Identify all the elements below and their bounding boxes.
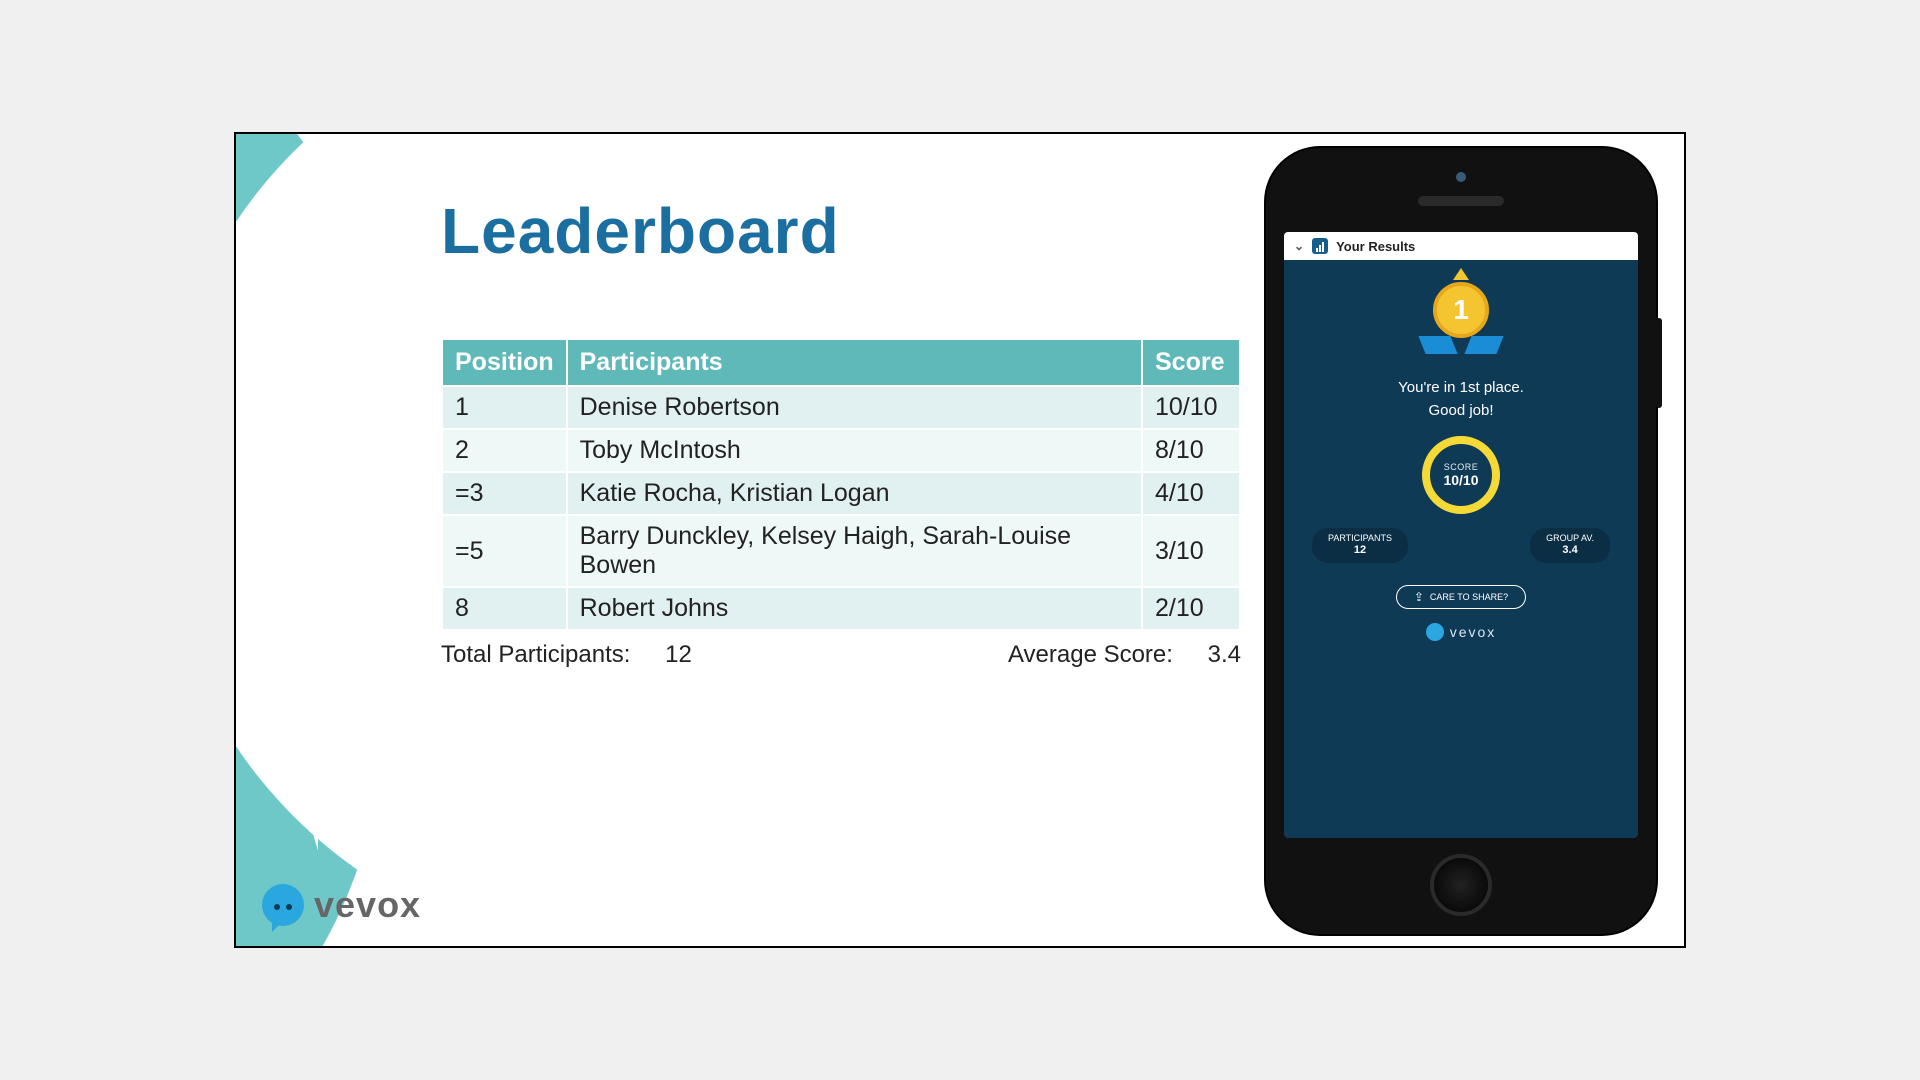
cell-position: 8 — [442, 587, 567, 630]
phone-camera — [1456, 172, 1466, 182]
cell-participants: Toby McIntosh — [567, 429, 1142, 472]
table-row: 1Denise Robertson10/10 — [442, 386, 1240, 429]
cell-score: 2/10 — [1142, 587, 1240, 630]
place-line-1: You're in 1st place. — [1284, 377, 1638, 400]
topbar-title: Your Results — [1336, 239, 1415, 254]
cell-position: 1 — [442, 386, 567, 429]
table-row: =3Katie Rocha, Kristian Logan4/10 — [442, 472, 1240, 515]
cell-participants: Barry Dunckley, Kelsey Haigh, Sarah-Loui… — [567, 515, 1142, 587]
bar-chart-icon — [1312, 238, 1328, 254]
leaderboard-body: 1Denise Robertson10/102Toby McIntosh8/10… — [442, 386, 1240, 630]
cell-participants: Denise Robertson — [567, 386, 1142, 429]
participants-pill: PARTICIPANTS 12 — [1312, 528, 1408, 563]
footer-brand-text: vevox — [314, 884, 421, 926]
phone-mockup: ⌄ Your Results 1 You're in 1st place. Go… — [1266, 148, 1656, 934]
cell-position: 2 — [442, 429, 567, 472]
cell-score: 4/10 — [1142, 472, 1240, 515]
ribbon-right-icon — [1464, 336, 1503, 354]
ribbon-left-icon — [1418, 336, 1457, 354]
home-button[interactable] — [1430, 854, 1492, 916]
participants-value: 12 — [1328, 544, 1392, 558]
cell-position: =5 — [442, 515, 567, 587]
share-button[interactable]: ⇪ CARE TO SHARE? — [1396, 585, 1526, 609]
table-row: =5Barry Dunckley, Kelsey Haigh, Sarah-Lo… — [442, 515, 1240, 587]
total-value: 12 — [665, 641, 692, 668]
score-value: 10/10 — [1443, 472, 1478, 488]
vevox-bubble-icon — [1426, 623, 1444, 641]
cell-score: 8/10 — [1142, 429, 1240, 472]
main-content: Leaderboard Position Participants Score … — [441, 194, 1243, 669]
col-participants: Participants — [567, 339, 1142, 386]
score-ring: SCORE 10/10 — [1422, 436, 1500, 514]
groupav-value: 3.4 — [1546, 544, 1594, 558]
cell-score: 3/10 — [1142, 515, 1240, 587]
phone-screen: ⌄ Your Results 1 You're in 1st place. Go… — [1284, 232, 1638, 838]
table-row: 2Toby McIntosh8/10 — [442, 429, 1240, 472]
place-text: You're in 1st place. Good job! — [1284, 377, 1638, 422]
page-title: Leaderboard — [441, 194, 1243, 268]
avg-value: 3.4 — [1208, 641, 1241, 668]
speech-bubble-tail — [278, 718, 318, 851]
col-position: Position — [442, 339, 567, 386]
slide: Leaderboard Position Participants Score … — [234, 132, 1686, 948]
medal-rank: 1 — [1433, 282, 1489, 338]
table-row: 8Robert Johns2/10 — [442, 587, 1240, 630]
cell-participants: Katie Rocha, Kristian Logan — [567, 472, 1142, 515]
col-score: Score — [1142, 339, 1240, 386]
leaderboard-table: Position Participants Score 1Denise Robe… — [441, 338, 1241, 631]
cell-participants: Robert Johns — [567, 587, 1142, 630]
groupav-label: GROUP AV. — [1546, 533, 1594, 544]
average-score: Average Score: 3.4 — [1008, 641, 1241, 669]
footer-logo: vevox — [262, 884, 421, 926]
phone-speaker — [1418, 196, 1504, 206]
phone-brand-text: vevox — [1450, 624, 1497, 640]
participants-label: PARTICIPANTS — [1328, 533, 1392, 544]
results-topbar[interactable]: ⌄ Your Results — [1284, 232, 1638, 260]
share-icon: ⇪ — [1414, 590, 1424, 604]
avg-label: Average Score: — [1008, 641, 1173, 668]
summary-row: Total Participants: 12 Average Score: 3.… — [441, 641, 1241, 669]
phone-brand: vevox — [1284, 623, 1638, 641]
chevron-down-icon[interactable]: ⌄ — [1294, 239, 1304, 253]
crown-icon — [1453, 268, 1469, 280]
share-label: CARE TO SHARE? — [1430, 592, 1508, 602]
vevox-bubble-icon — [262, 884, 304, 926]
place-line-2: Good job! — [1284, 400, 1638, 423]
total-label: Total Participants: — [441, 641, 630, 668]
score-label: SCORE — [1444, 462, 1479, 472]
total-participants: Total Participants: 12 — [441, 641, 692, 669]
stats-row: PARTICIPANTS 12 GROUP AV. 3.4 — [1284, 528, 1638, 563]
medal: 1 — [1284, 278, 1638, 353]
cell-score: 10/10 — [1142, 386, 1240, 429]
groupav-pill: GROUP AV. 3.4 — [1530, 528, 1610, 563]
cell-position: =3 — [442, 472, 567, 515]
